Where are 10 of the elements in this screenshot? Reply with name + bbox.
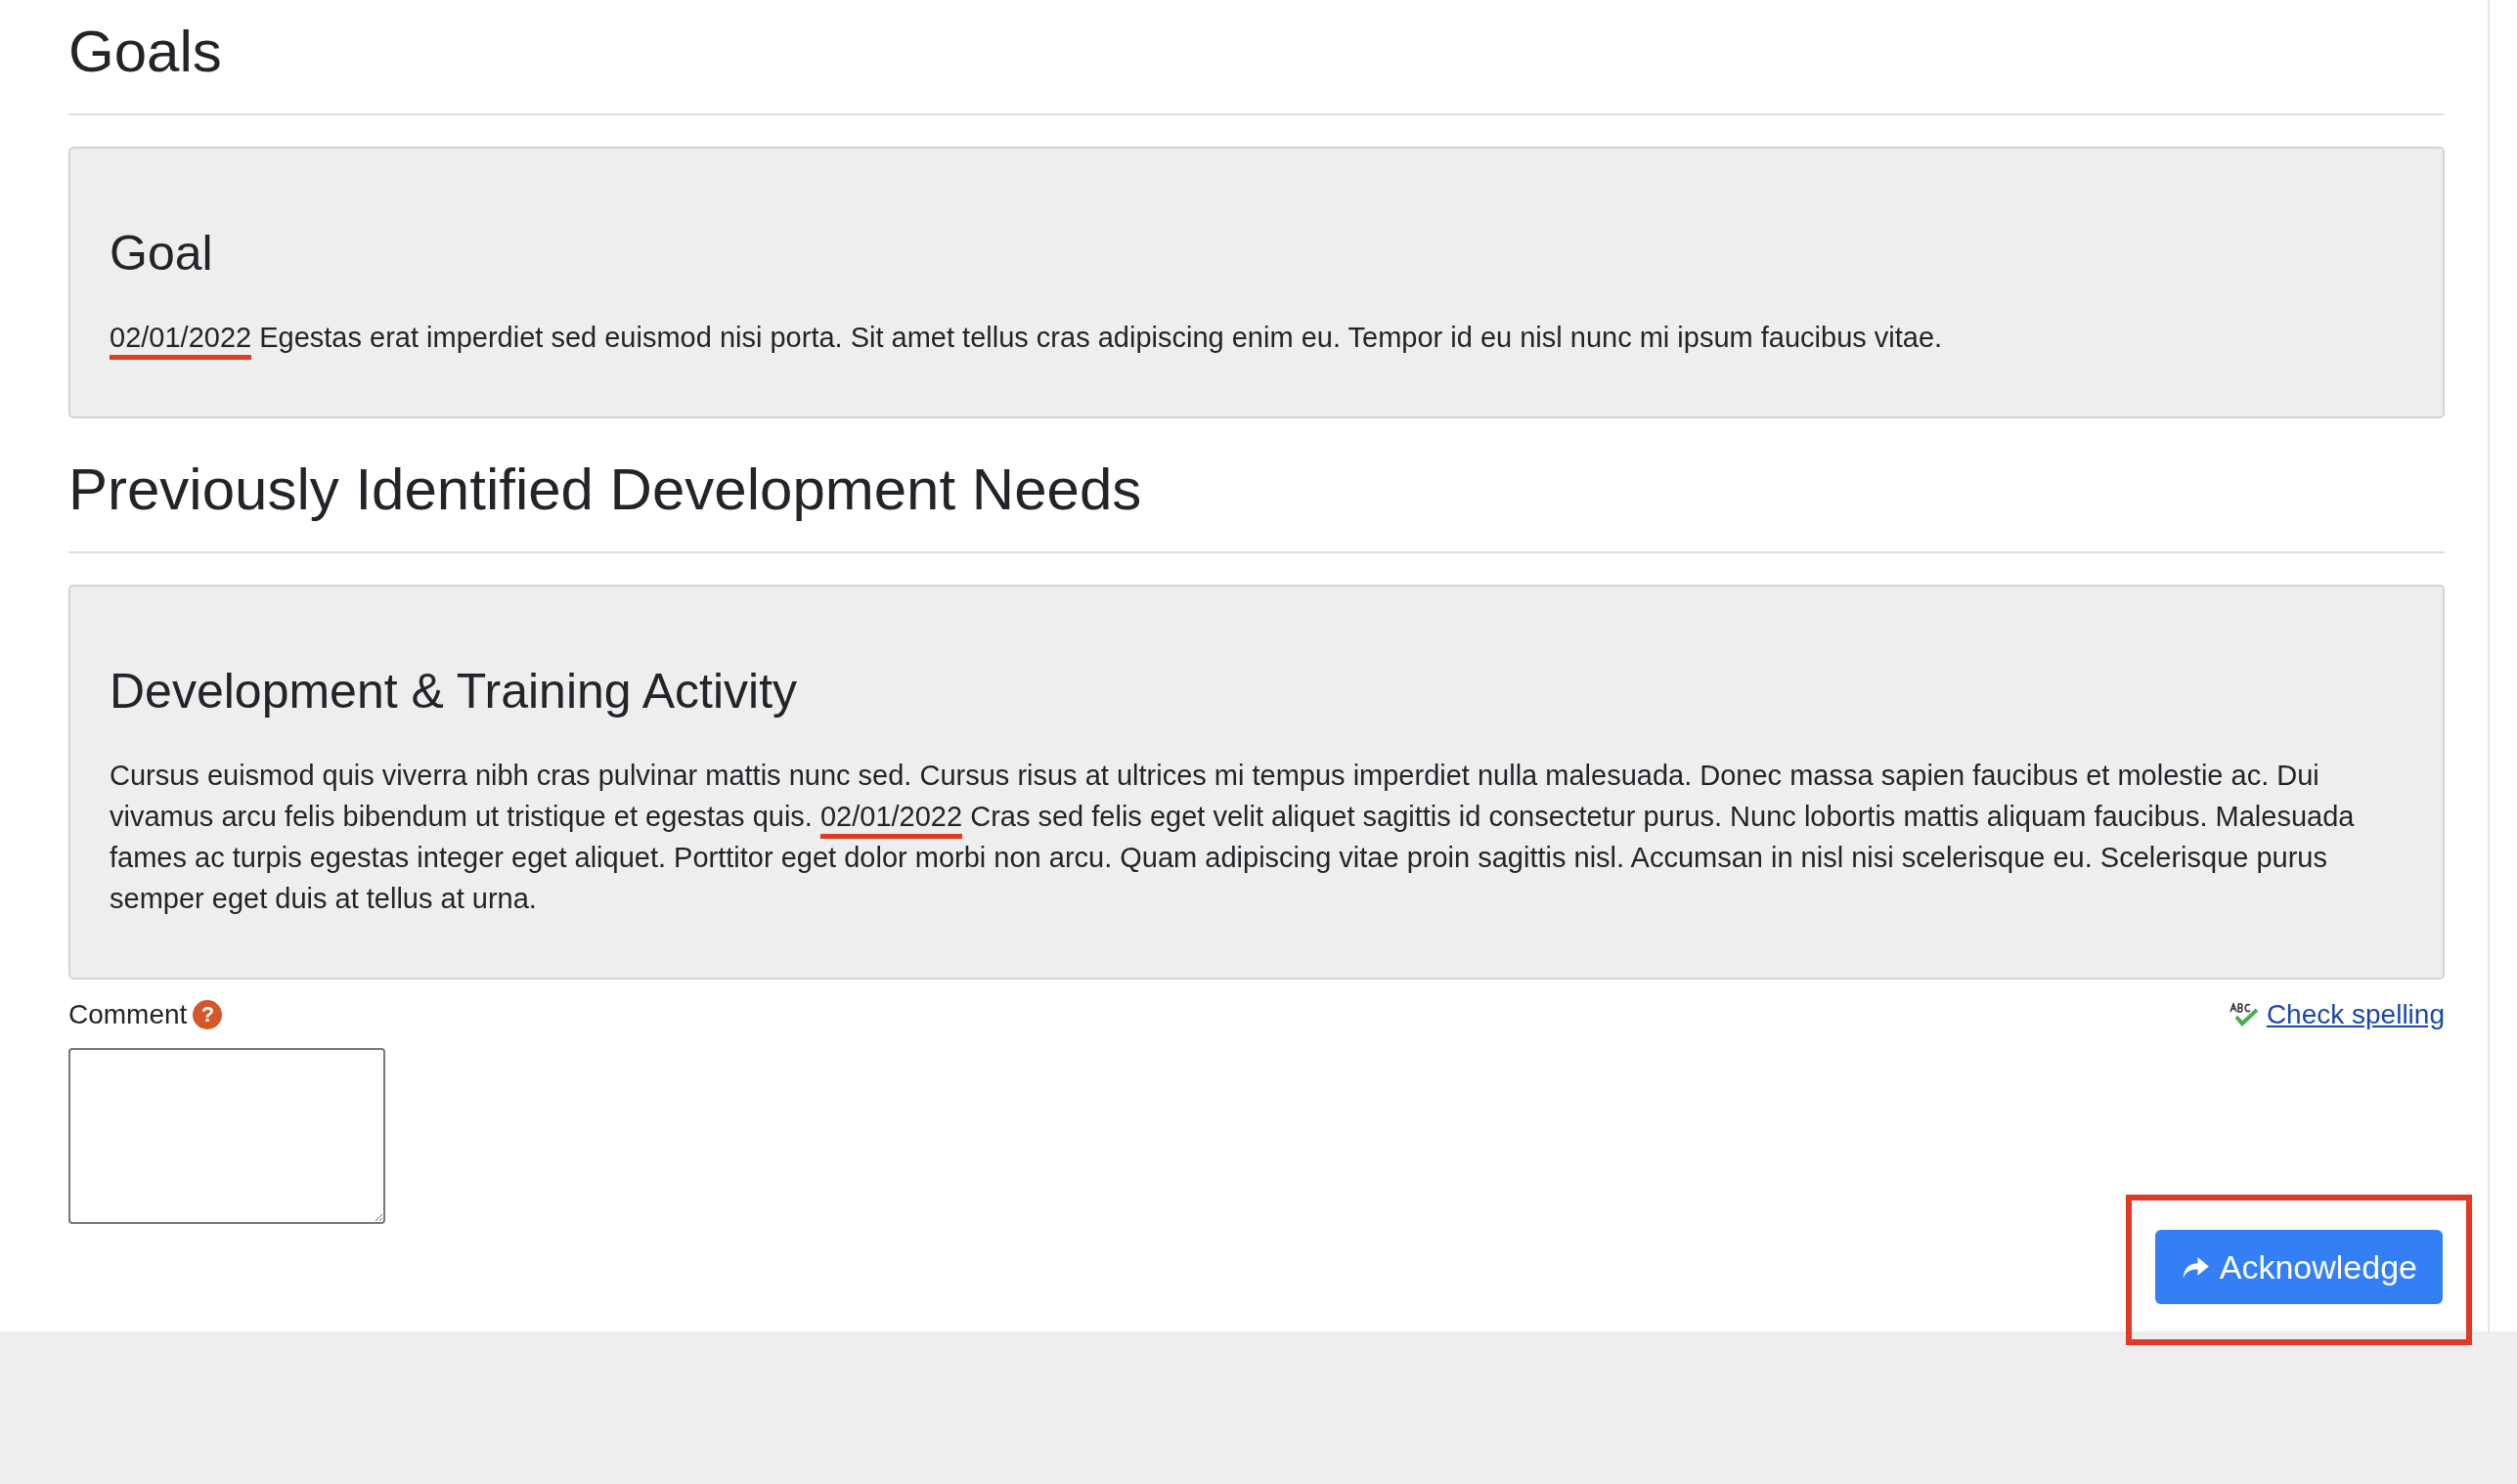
- help-icon[interactable]: ?: [193, 1000, 223, 1029]
- acknowledge-button[interactable]: Acknowledge: [2154, 1230, 2443, 1304]
- card-title: Development & Training Activity: [110, 663, 799, 720]
- section-heading: Goals: [68, 18, 223, 86]
- section-heading: Previously Identified Development Needs: [68, 456, 1143, 524]
- card-paragraph: 02/01/2022 Egestas erat imperdiet sed euismod nisi porta. Sit amet tellus cras adipiscing enim eu. Tempor id eu nisl nunc mi ipsum faucibus vitae.: [110, 317, 2404, 358]
- comment-label: Comment: [68, 999, 188, 1030]
- card-paragraph: Cursus euismod quis viverra nibh cras pulvinar mattis nunc sed. Cursus risus at ultrices mi tempus imperdiet nulla malesuada. Donec massa sapien faucibus et molestie ac. Dui vivamus arcu felis bibendum ut tristique et egestas quis. 02/01/2022 Cras sed felis eget velit aliquet sagittis id consectetur purus. Nunc lobortis mattis aliquam faucibus. Malesuada fames ac turpis egestas integer eget aliquet. Porttitor eget dolor morbi non arcu. Quam adipiscing vitae proin sagittis nisl. Accumsan in nisl nisi scelerisque eu. Scelerisque purus semper eget duis at tellus at urna.: [110, 759, 2356, 916]
- card-title: Goal: [110, 225, 214, 282]
- check-spelling-link[interactable]: Check spelling: [2266, 999, 2445, 1030]
